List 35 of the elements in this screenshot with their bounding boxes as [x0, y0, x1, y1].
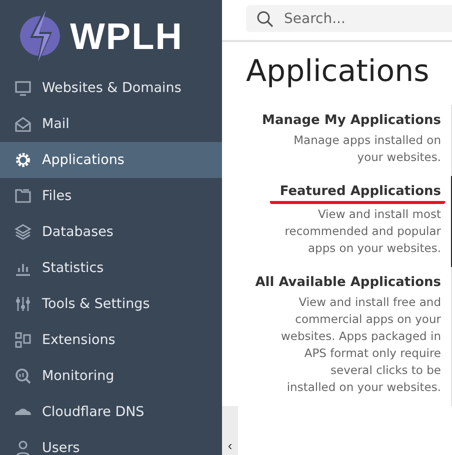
monitor-icon: [14, 79, 32, 97]
section-tab[interactable]: Manage My Applications Manage apps installed on your websites.: [257, 105, 452, 176]
sliders-icon: [14, 295, 32, 313]
sidebar-item[interactable]: Monitoring: [0, 358, 222, 394]
sidebar-item[interactable]: Applications: [0, 142, 222, 178]
blocks-icon: [14, 331, 32, 349]
collapse-sidebar-button[interactable]: ‹: [222, 406, 238, 455]
sidebar-item[interactable]: Websites & Domains: [0, 70, 222, 106]
sidebar-item[interactable]: Files: [0, 178, 222, 214]
search-field[interactable]: Search...: [246, 5, 452, 32]
sidebar-item[interactable]: Cloudflare DNS: [0, 394, 222, 430]
section-title[interactable]: All Available Applications: [255, 275, 441, 292]
user-icon: [14, 439, 32, 455]
section-description: View and install free and commercial apps on your websites. Apps packaged in APS format only require several clicks to be installed on your websites.: [281, 294, 441, 396]
layers-icon: [14, 223, 32, 241]
sidebar-item[interactable]: Extensions: [0, 322, 222, 358]
envelope-icon: [14, 115, 32, 133]
search-icon: [256, 10, 274, 28]
sidebar-item[interactable]: Statistics: [0, 250, 222, 286]
section-description: Manage apps installed on your websites.: [292, 132, 441, 166]
logo-text: WPLH: [70, 16, 183, 58]
sidebar-item[interactable]: Tools & Settings: [0, 286, 222, 322]
magnifier-icon: [14, 367, 32, 385]
page-title: Applications: [246, 54, 430, 89]
sidebar-item[interactable]: Databases: [0, 214, 222, 250]
settings-icon: [14, 151, 32, 169]
section-description: View and install most recommended and popular apps on your websites.: [284, 206, 441, 257]
section-tab[interactable]: Featured Applications View and install most recommended and popular apps on your websites.: [257, 176, 452, 267]
sidebar-item[interactable]: Users: [0, 430, 222, 455]
section-title[interactable]: Featured Applications: [270, 184, 445, 204]
folder-icon: [14, 187, 32, 205]
sidebar-item[interactable]: Mail: [0, 106, 222, 142]
cloud-icon: [14, 408, 32, 416]
section-title[interactable]: Manage My Applications: [262, 113, 441, 130]
section-tab[interactable]: All Available Applications View and install free and commercial apps on your websites. Apps packaged in APS format only require several clicks to be installed on your websites.: [257, 267, 452, 406]
